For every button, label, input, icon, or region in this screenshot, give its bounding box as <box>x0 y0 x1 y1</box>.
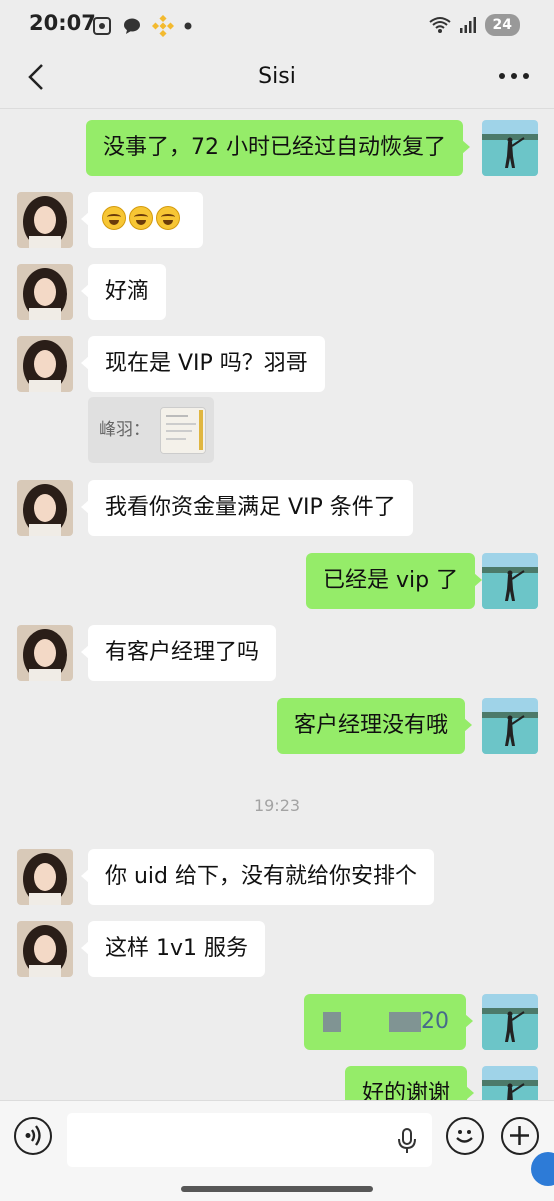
contact-avatar[interactable] <box>17 264 73 320</box>
message-text: 没事了，72 小时已经过自动恢复了 <box>103 135 446 160</box>
emoji-button[interactable] <box>446 1117 484 1155</box>
voice-toggle-button[interactable] <box>14 1117 52 1155</box>
redacted-block <box>389 1012 421 1032</box>
redacted-block <box>323 1012 341 1032</box>
screenshot-icon <box>93 17 111 35</box>
crying-laughing-emoji <box>129 206 153 230</box>
contact-avatar[interactable] <box>17 625 73 681</box>
contact-avatar[interactable] <box>17 192 73 248</box>
message-text: 现在是 VIP 吗？羽哥 <box>105 351 308 376</box>
dot-icon <box>184 22 192 30</box>
status-notification-icons <box>92 15 192 37</box>
message-outgoing[interactable]: 没事了，72 小时已经过自动恢复了 <box>86 120 470 176</box>
message-text: 好滴 <box>105 279 150 304</box>
message-incoming[interactable]: 现在是 VIP 吗？羽哥 <box>81 336 325 392</box>
status-right-icons: 24 <box>428 14 520 36</box>
message-outgoing[interactable]: 20 <box>304 994 473 1050</box>
voice-waves-icon <box>25 1125 41 1146</box>
wifi-icon <box>428 17 451 33</box>
quote-sender: 峰羽： <box>99 420 150 440</box>
message-text: 你 uid 给下，没有就给你安排个 <box>105 864 418 889</box>
chat-header: Sisi <box>0 52 554 106</box>
signal-icon <box>459 17 476 33</box>
message-text: 有客户经理了吗 <box>105 640 260 665</box>
more-options-icon[interactable] <box>496 64 532 88</box>
message-text: 我看你资金量满足 VIP 条件了 <box>105 495 396 520</box>
contact-avatar[interactable] <box>17 849 73 905</box>
message-incoming[interactable]: 好滴 <box>80 264 167 320</box>
plus-icon <box>510 1126 529 1145</box>
contact-avatar[interactable] <box>17 336 73 392</box>
home-indicator <box>181 1186 373 1192</box>
status-bar: 20:07 24 <box>0 0 554 52</box>
message-incoming[interactable] <box>81 192 203 248</box>
battery-indicator: 24 <box>484 14 520 36</box>
crying-laughing-emoji <box>156 206 180 230</box>
message-text: 已经是 vip 了 <box>323 568 459 593</box>
more-actions-button[interactable] <box>501 1117 539 1155</box>
my-avatar[interactable] <box>482 994 538 1050</box>
microphone-icon[interactable] <box>396 1127 418 1155</box>
message-text: 客户经理没有哦 <box>294 713 449 738</box>
contact-avatar[interactable] <box>17 921 73 977</box>
smiley-icon <box>456 1130 473 1143</box>
message-incoming[interactable]: 我看你资金量满足 VIP 条件了 <box>81 480 413 536</box>
my-avatar[interactable] <box>482 120 538 176</box>
quoted-image-thumbnail[interactable] <box>160 407 206 454</box>
message-input[interactable] <box>67 1113 432 1167</box>
message-text: 20 <box>421 1009 449 1034</box>
message-outgoing[interactable]: 已经是 vip 了 <box>306 553 483 609</box>
binance-icon <box>152 15 174 37</box>
header-divider <box>0 108 554 109</box>
message-outgoing[interactable]: 客户经理没有哦 <box>277 698 473 754</box>
chat-title: Sisi <box>258 64 296 89</box>
my-avatar[interactable] <box>482 553 538 609</box>
status-time: 20:07 <box>29 11 96 35</box>
my-avatar[interactable] <box>482 698 538 754</box>
chat-bubble-icon <box>124 18 140 34</box>
contact-avatar[interactable] <box>17 480 73 536</box>
message-text: 这样 1v1 服务 <box>105 936 249 961</box>
crying-laughing-emoji <box>102 206 126 230</box>
quoted-message[interactable]: 峰羽： <box>88 397 214 463</box>
message-incoming[interactable]: 这样 1v1 服务 <box>80 921 266 977</box>
message-incoming[interactable]: 有客户经理了吗 <box>80 625 277 681</box>
message-incoming[interactable]: 你 uid 给下，没有就给你安排个 <box>80 849 435 905</box>
message-timestamp: 19:23 <box>253 796 301 815</box>
